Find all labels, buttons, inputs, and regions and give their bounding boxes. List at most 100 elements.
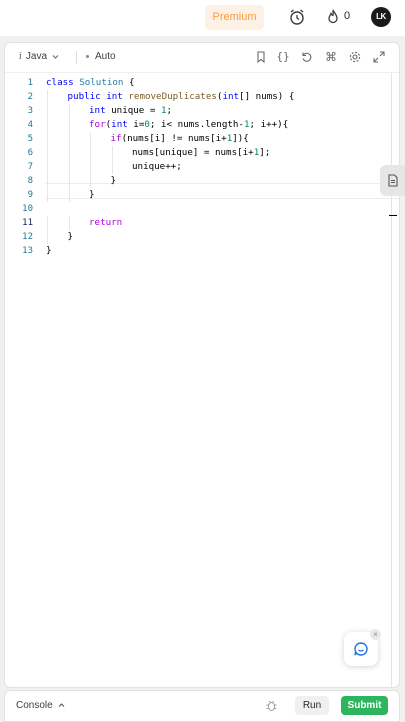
indent-guide [90, 132, 91, 146]
code-token: ; i++){ [249, 119, 289, 130]
code-line[interactable]: 11 return [5, 216, 399, 230]
indent-guide [47, 160, 48, 174]
code-token: public [67, 91, 107, 102]
line-text: } [46, 244, 52, 258]
line-text: class Solution { [46, 76, 135, 90]
code-line[interactable]: 6 nums[unique] = nums[i+1]; [5, 146, 399, 160]
code-token: int [222, 91, 240, 102]
indent-guide [47, 188, 48, 202]
code-line[interactable]: 5 if(nums[i] != nums[i+1]){ [5, 132, 399, 146]
code-line[interactable]: 7 unique++; [5, 160, 399, 174]
indent-guide [90, 160, 91, 174]
language-selector[interactable]: i Java [19, 51, 60, 62]
code-line[interactable]: 3 int unique = 1; [5, 104, 399, 118]
line-text: return [89, 216, 122, 230]
indent-guide [68, 132, 70, 146]
indent-guide [47, 216, 48, 230]
code-line[interactable]: 2 public int removeDuplicates(int[] nums)… [5, 90, 399, 104]
line-number: 3 [27, 106, 33, 116]
code-token: ]; [259, 147, 271, 158]
code-token: } [67, 231, 74, 242]
line-text: } [89, 188, 95, 202]
indent-guide [47, 230, 48, 244]
code-line[interactable]: 13} [5, 244, 399, 258]
code-token: } [89, 189, 95, 200]
chat-close-icon[interactable]: × [370, 629, 381, 640]
braces-icon[interactable]: {} [276, 50, 290, 64]
avatar[interactable]: LK [371, 7, 391, 27]
expand-icon[interactable] [372, 50, 386, 64]
chevron-down-icon [52, 55, 59, 59]
code-token: ; i< nums.length- [149, 119, 244, 130]
language-info-icon: i [19, 51, 22, 62]
bottom-action-bar: Console Run Submit [4, 690, 400, 722]
top-navbar: Premium 0 LK [0, 0, 405, 36]
gear-icon[interactable] [348, 50, 362, 64]
line-number: 9 [27, 190, 33, 200]
indent-guide [68, 118, 70, 132]
line-number: 8 [27, 176, 33, 186]
console-label: Console [16, 700, 53, 711]
code-token: removeDuplicates [128, 91, 217, 102]
code-token: int [89, 105, 112, 116]
streak-count: 0 [344, 10, 351, 22]
console-toggle[interactable]: Console [16, 700, 66, 711]
code-line[interactable]: 4 for(int i=0; i< nums.length-1; i++){ [5, 118, 399, 132]
line-text: nums[unique] = nums[i+1]; [132, 146, 270, 160]
code-token: ]){ [232, 133, 249, 144]
line-text: for(int i=0; i< nums.length-1; i++){ [89, 118, 288, 132]
line-number: 12 [22, 232, 33, 242]
indent-guide [47, 118, 48, 132]
bug-icon[interactable] [265, 699, 278, 712]
line-number: 6 [27, 148, 33, 158]
line-number: 2 [27, 92, 33, 102]
description-side-tab[interactable] [380, 165, 405, 196]
code-token: int [111, 119, 134, 130]
line-number: 10 [22, 204, 33, 214]
indent-guide [90, 174, 91, 188]
auto-mode-label: Auto [95, 51, 116, 62]
premium-button[interactable]: Premium [205, 5, 264, 30]
file-icon [388, 174, 398, 187]
code-editor-panel: i Java Auto {} ⌘ 1 class Solution { 2 publi… [4, 42, 400, 688]
indent-guide [111, 146, 113, 160]
chevron-up-icon [58, 703, 65, 707]
code-area[interactable]: 1 class Solution { 2 public int removeDupli… [5, 76, 399, 258]
command-icon[interactable]: ⌘ [324, 50, 338, 64]
submit-button[interactable]: Submit [341, 696, 388, 715]
indent-guide [68, 216, 70, 230]
line-number: 13 [22, 246, 33, 256]
code-token: i= [133, 119, 145, 130]
code-line[interactable]: 8} [5, 174, 399, 188]
toolbar-divider [76, 51, 77, 64]
auto-mode-toggle[interactable]: Auto [86, 51, 116, 62]
indent-guide [47, 174, 48, 188]
code-line[interactable]: 10 [5, 202, 399, 216]
line-text: if(nums[i] != nums[i+1]){ [111, 132, 249, 146]
code-token: unique++; [132, 161, 182, 172]
code-token: (nums[i] != nums[i+ [121, 133, 227, 144]
line-number: 7 [27, 162, 33, 172]
indent-guide [68, 174, 70, 188]
status-dot [86, 55, 89, 58]
line-text: } [111, 174, 117, 188]
line-number: 1 [27, 78, 33, 88]
code-token: int [106, 91, 129, 102]
overview-ruler-cursor [389, 215, 397, 216]
code-token: ; [166, 105, 173, 116]
line-text: unique++; [132, 160, 182, 174]
reset-icon[interactable] [300, 50, 314, 64]
indent-guide [68, 160, 70, 174]
indent-guide [47, 104, 48, 118]
flame-icon[interactable] [324, 8, 342, 26]
editor-toolbar: i Java Auto {} ⌘ [5, 43, 399, 73]
line-text: int unique = 1; [89, 104, 172, 118]
alarm-clock-icon[interactable] [288, 8, 306, 26]
run-button[interactable]: Run [295, 696, 329, 715]
bookmark-icon[interactable] [254, 50, 268, 64]
code-line[interactable]: 1 class Solution { [5, 76, 399, 90]
code-token: class [46, 77, 80, 88]
code-line[interactable]: 9} [5, 188, 399, 202]
code-line[interactable]: 12} [5, 230, 399, 244]
chat-icon [354, 642, 368, 656]
